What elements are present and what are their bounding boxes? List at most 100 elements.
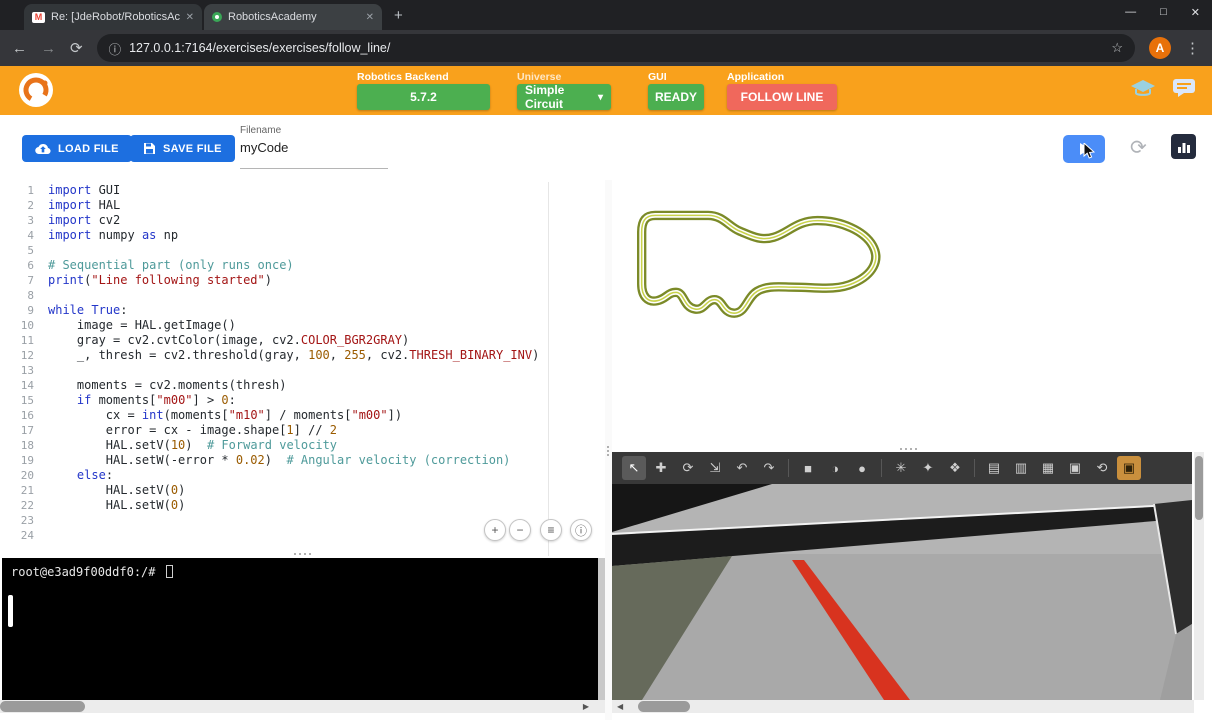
reload-icon[interactable]: ⟳ bbox=[70, 39, 83, 57]
header-group-value: FOLLOW LINE bbox=[740, 90, 824, 104]
capture-icon[interactable]: ▣ bbox=[1117, 456, 1141, 480]
header-group: Robotics Backend 5.7.2 bbox=[357, 71, 490, 110]
format-code-button[interactable]: ≡ bbox=[540, 519, 562, 541]
code-text: moments = cv2.moments(thresh) bbox=[48, 378, 287, 392]
save-file-button[interactable]: SAVE FILE bbox=[130, 135, 235, 162]
new-tab-button[interactable]: + bbox=[394, 7, 403, 24]
site-info-icon[interactable]: ⓘ bbox=[109, 39, 122, 58]
code-line[interactable]: 16 cx = int(moments["m10"] / moments["m0… bbox=[8, 408, 605, 423]
forward-icon[interactable]: → bbox=[41, 40, 56, 57]
close-window-icon[interactable]: ✕ bbox=[1191, 6, 1200, 19]
code-line[interactable]: 19 HAL.setW(-error * 0.02) # Angular vel… bbox=[8, 453, 605, 468]
right-pane-hscrollbar[interactable]: ◀ bbox=[612, 700, 1194, 713]
undo-icon[interactable]: ↶ bbox=[730, 456, 754, 480]
sphere-shape-icon[interactable]: ◑ bbox=[823, 456, 847, 480]
code-text: import HAL bbox=[48, 198, 121, 212]
tab-close-icon[interactable]: ✕ bbox=[366, 12, 374, 23]
zoom-in-button[interactable]: + bbox=[484, 519, 506, 541]
line-number: 7 bbox=[27, 274, 34, 287]
horizontal-splitter[interactable] bbox=[0, 551, 605, 557]
copy-icon[interactable]: ▤ bbox=[982, 456, 1006, 480]
browser-tab[interactable]: RoboticsAcademy ✕ bbox=[204, 4, 382, 30]
code-line[interactable]: 14 moments = cv2.moments(thresh) bbox=[8, 378, 605, 393]
code-line[interactable]: 18 HAL.setV(10) # Forward velocity bbox=[8, 438, 605, 453]
code-line[interactable]: 4 import numpy as np bbox=[8, 228, 605, 243]
directional-light-icon[interactable]: ❖ bbox=[943, 456, 967, 480]
snap-icon[interactable]: ▣ bbox=[1063, 456, 1087, 480]
code-text: # Sequential part (only runs once) bbox=[48, 258, 294, 272]
align-icon[interactable]: ▦ bbox=[1036, 456, 1060, 480]
stats-button[interactable] bbox=[1171, 134, 1196, 159]
code-line[interactable]: 22 HAL.setW(0) bbox=[8, 498, 605, 513]
backend-version-button[interactable]: 5.7.2 bbox=[357, 84, 490, 110]
code-line[interactable]: 11 gray = cv2.cvtColor(image, cv2.COLOR_… bbox=[8, 333, 605, 348]
paste-icon[interactable]: ▥ bbox=[1009, 456, 1033, 480]
select-tool-icon[interactable]: ↖ bbox=[622, 456, 646, 480]
maximize-icon[interactable]: □ bbox=[1160, 6, 1167, 19]
tab-close-icon[interactable]: ✕ bbox=[186, 12, 194, 23]
load-file-button[interactable]: LOAD FILE bbox=[22, 135, 132, 162]
code-line[interactable]: 3 import cv2 bbox=[8, 213, 605, 228]
left-pane-hscrollbar[interactable]: ▶ bbox=[0, 700, 605, 713]
bookmark-star-icon[interactable]: ☆ bbox=[1111, 40, 1123, 56]
scroll-left-icon[interactable]: ◀ bbox=[617, 702, 623, 711]
view-reset-icon[interactable]: ⟲ bbox=[1090, 456, 1114, 480]
gazebo-3d-view[interactable]: ◂ bbox=[611, 484, 1193, 700]
spot-light-icon[interactable]: ✦ bbox=[916, 456, 940, 480]
code-text: cx = int(moments["m10"] / moments["m00"]… bbox=[48, 408, 403, 422]
line-number: 5 bbox=[27, 244, 34, 257]
cylinder-shape-icon[interactable]: ● bbox=[850, 456, 874, 480]
code-text: import numpy as np bbox=[48, 228, 179, 242]
code-line[interactable]: 1 import GUI bbox=[8, 183, 605, 198]
universe-select[interactable]: Simple Circuit ▾ bbox=[517, 83, 611, 111]
gazebo-vscrollbar[interactable] bbox=[1194, 452, 1204, 700]
minimize-icon[interactable]: — bbox=[1125, 6, 1136, 19]
forum-chat-icon[interactable] bbox=[1172, 78, 1196, 103]
code-line[interactable]: 5 bbox=[8, 243, 605, 258]
code-line[interactable]: 12 _, thresh = cv2.threshold(gray, 100, … bbox=[8, 348, 605, 363]
code-line[interactable]: 6 # Sequential part (only runs once) bbox=[8, 258, 605, 273]
profile-avatar[interactable]: A bbox=[1149, 37, 1171, 59]
run-code-button[interactable] bbox=[1063, 135, 1105, 163]
scale-tool-icon[interactable]: ⇲ bbox=[703, 456, 727, 480]
box-shape-icon[interactable]: ■ bbox=[796, 456, 820, 480]
browser-menu-icon[interactable]: ⋮ bbox=[1185, 39, 1200, 57]
academy-icon[interactable] bbox=[1130, 78, 1156, 103]
terminal[interactable]: root@e3ad9f00ddf0:/# bbox=[2, 558, 598, 700]
code-line[interactable]: 20 else: bbox=[8, 468, 605, 483]
terminal-scrollbar-thumb[interactable] bbox=[8, 595, 13, 627]
info-button[interactable]: ⓘ bbox=[570, 519, 592, 541]
scroll-right-icon[interactable]: ▶ bbox=[583, 702, 589, 711]
code-line[interactable]: 21 HAL.setV(0) bbox=[8, 483, 605, 498]
code-text: HAL.setV(10) # Forward velocity bbox=[48, 438, 338, 452]
browser-address-bar: ← → ⟳ ⓘ 127.0.0.1:7164/exercises/exercis… bbox=[0, 30, 1212, 66]
code-line[interactable]: 7 print("Line following started") bbox=[8, 273, 605, 288]
code-line[interactable]: 9 while True: bbox=[8, 303, 605, 318]
url-input[interactable]: ⓘ 127.0.0.1:7164/exercises/exercises/fol… bbox=[96, 34, 1135, 62]
point-light-icon[interactable]: ✳ bbox=[889, 456, 913, 480]
code-line[interactable]: 8 bbox=[8, 288, 605, 303]
code-text: _, thresh = cv2.threshold(gray, 100, 255… bbox=[48, 348, 540, 362]
code-line[interactable]: 17 error = cx - image.shape[1] // 2 bbox=[8, 423, 605, 438]
code-editor[interactable]: 1 import GUI 2 import HAL 3 import cv2 4 import… bbox=[8, 182, 605, 556]
zoom-out-button[interactable]: − bbox=[509, 519, 531, 541]
code-line[interactable]: 15 if moments["m00"] > 0: bbox=[8, 393, 605, 408]
filename-input[interactable] bbox=[240, 140, 388, 155]
reset-simulation-button[interactable]: ⟳ bbox=[1130, 135, 1147, 160]
line-number: 23 bbox=[20, 514, 34, 527]
track-outline bbox=[637, 210, 881, 318]
filename-field: Filename bbox=[240, 125, 388, 169]
redo-icon[interactable]: ↷ bbox=[757, 456, 781, 480]
line-number: 18 bbox=[20, 439, 34, 452]
terminal-scrollbar-track[interactable] bbox=[598, 558, 605, 700]
code-line[interactable]: 13 bbox=[8, 363, 605, 378]
back-icon[interactable]: ← bbox=[12, 40, 27, 57]
browser-tab[interactable]: M Re: [JdeRobot/RoboticsAcadem ✕ bbox=[24, 4, 202, 30]
translate-tool-icon[interactable]: ✚ bbox=[649, 456, 673, 480]
code-line[interactable]: 10 image = HAL.getImage() bbox=[8, 318, 605, 333]
application-name-button[interactable]: FOLLOW LINE bbox=[727, 84, 837, 110]
rotate-tool-icon[interactable]: ⟳ bbox=[676, 456, 700, 480]
code-line[interactable]: 2 import HAL bbox=[8, 198, 605, 213]
vertical-splitter[interactable] bbox=[605, 180, 612, 720]
line-number: 2 bbox=[27, 199, 34, 212]
